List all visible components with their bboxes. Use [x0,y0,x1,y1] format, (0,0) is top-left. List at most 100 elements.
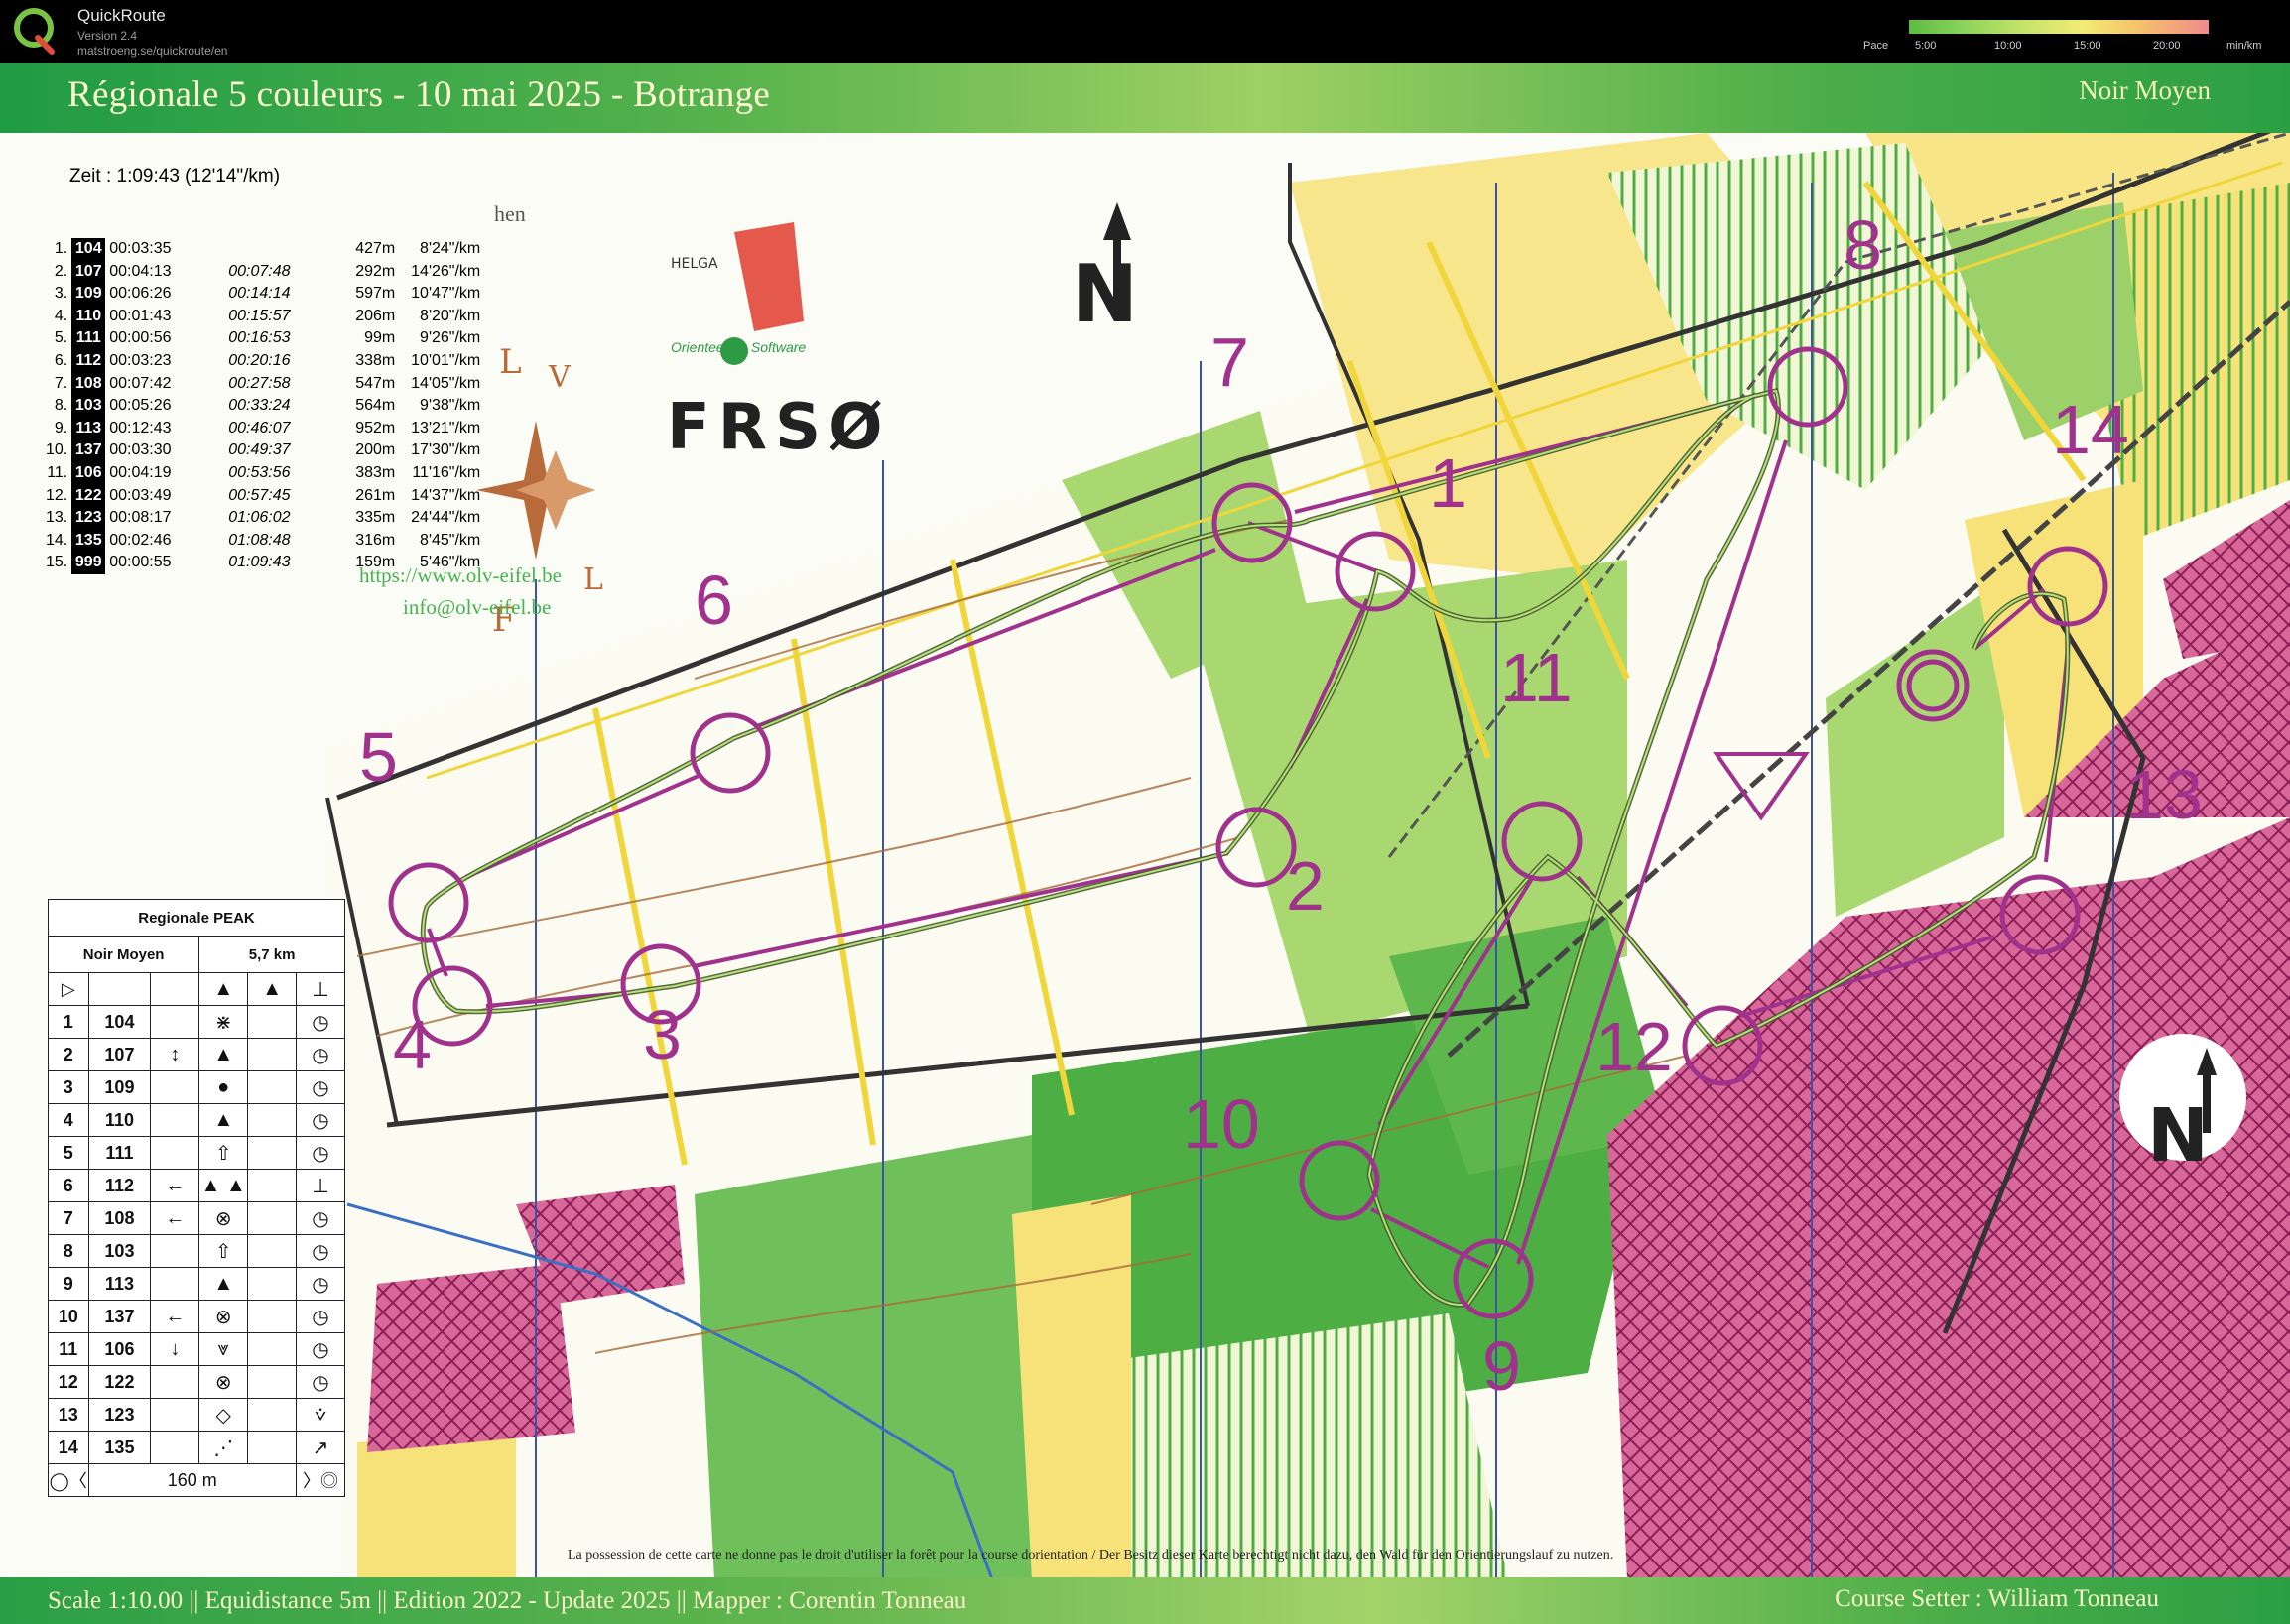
desc-finish-row: ◯〈 160 m 〉◎ [48,1463,345,1497]
split-leg: 00:03:49 [109,486,172,504]
desc-c2: ▲ [198,1267,249,1301]
quickroute-logo-icon [14,8,55,55]
map-disclaimer: La possession de cette carte ne donne pa… [568,1548,1614,1562]
split-n: 1. [54,240,68,257]
desc-code: 113 [87,1267,152,1301]
split-pace: 9'38"/km [420,397,481,415]
split-cum: 00:16:53 [228,329,291,347]
desc-c2: ● [198,1070,249,1104]
split-row: 8. 103 00:05:26 00:33:24 564m 9'38"/km [42,395,484,418]
desc-c3: ◷ [296,1103,345,1137]
split-row: 6. 112 00:03:23 00:20:16 338m 10'01"/km [42,349,484,373]
control-number-12: 12 [1595,1008,1673,1085]
split-pace: 8'24"/km [420,240,481,257]
desc-code: 107 [87,1038,152,1071]
control-number-2: 2 [1286,847,1325,925]
desc-control-row: 9 113 ▲ ◷ [48,1267,345,1301]
desc-c1 [150,1234,200,1268]
desc-code: 103 [87,1234,152,1268]
map-scale-info: Scale 1:10.00 || Equidistance 5m || Edit… [48,1587,967,1614]
split-n: 3. [54,285,68,303]
app-url[interactable]: matstroeng.se/quickroute/en [77,44,227,58]
hill-icon: ▲ [247,972,298,1006]
svg-text:L: L [499,342,522,382]
split-cum: 00:49:37 [228,441,291,459]
desc-c2: ▲ [198,1038,249,1071]
app-title: QuickRoute [77,6,166,25]
open-land [1012,1194,1131,1579]
desc-blank [247,1038,298,1071]
desc-code: 110 [87,1103,152,1137]
desc-c1 [150,1267,200,1301]
pace-tick-5: 5:00 [1915,40,1937,52]
split-leg: 00:03:23 [109,351,172,369]
desc-c3: ◷ [296,1005,345,1039]
svg-text:L: L [583,562,603,597]
split-cum: 00:53:56 [228,463,291,481]
control-number-1: 1 [1429,444,1467,522]
finish-distance: 160 m [87,1463,298,1497]
finish-start-icon: ◯〈 [48,1463,89,1497]
pace-tick-15: 15:00 [2074,40,2101,52]
split-row: 10. 137 00:03:30 00:49:37 200m 17'30"/km [42,439,484,462]
split-code: 122 [71,484,106,508]
desc-blank [247,1070,298,1104]
split-pace: 14'26"/km [411,262,481,280]
desc-code: 109 [87,1070,152,1104]
control-description-sheet: Regionale PEAK Noir Moyen 5,7 km ▷ ▲ ▲ ⊥… [47,899,345,1497]
desc-control-row: 2 107 ↕ ▲ ◷ [48,1038,345,1071]
forest-medium [695,1135,1032,1579]
desc-c2: ⇧ [198,1136,249,1170]
desc-control-row: 7 108 ← ⊗ ◷ [48,1201,345,1235]
split-dist: 338m [355,351,396,369]
desc-blank [247,1300,298,1333]
split-row: 13. 123 00:08:17 01:06:02 335m 24'44"/km [42,507,484,530]
split-code: 103 [71,395,106,418]
desc-n: 4 [48,1103,89,1137]
split-cum: 00:14:14 [228,285,291,303]
split-pace: 17'30"/km [411,441,481,459]
desc-code: 106 [87,1332,152,1366]
desc-blank [247,1332,298,1366]
control-number-10: 10 [1183,1085,1260,1163]
out-of-bounds-area [367,1264,575,1452]
split-code: 137 [71,439,106,462]
desc-control-row: 11 106 ↓ ⩔ ◷ [48,1332,345,1366]
total-time: Zeit : 1:09:43 (12'14"/km) [69,166,281,187]
desc-c1 [150,1103,200,1137]
desc-c3: ◷ [296,1332,345,1366]
split-leg: 00:05:26 [109,397,172,415]
split-dist: 99m [364,329,396,347]
control-number-13: 13 [2125,756,2203,833]
desc-course: Noir Moyen [47,936,200,973]
control-number-11: 11 [1500,639,1573,716]
finish-icon: 〉◎ [296,1463,345,1497]
split-row: 5. 111 00:00:56 00:16:53 99m 9'26"/km [42,327,484,350]
desc-c3: ◷ [296,1136,345,1170]
pace-color-scale [1909,20,2209,34]
split-code: 111 [71,327,106,350]
split-n: 7. [54,374,68,392]
control-number-14: 14 [2052,391,2129,468]
desc-length: 5,7 km [198,936,345,973]
desc-c2: ⋇ [198,1005,249,1039]
split-row: 15. 999 00:00:55 01:09:43 159m 5'46"/km [42,552,484,574]
split-leg: 00:00:56 [109,329,172,347]
desc-blank [247,1234,298,1268]
desc-blank [247,1365,298,1399]
desc-c2: ▲ ▲ [198,1169,249,1202]
split-leg: 00:03:35 [109,240,172,257]
desc-n: 9 [48,1267,89,1301]
split-row: 12. 122 00:03:49 00:57:45 261m 14'37"/km [42,484,484,508]
split-row: 2. 107 00:04:13 00:07:48 292m 14'26"/km [42,260,484,284]
split-dist: 547m [355,374,396,392]
desc-event: Regionale PEAK [48,899,345,937]
pace-tick-20: 20:00 [2153,40,2181,52]
split-leg: 00:07:42 [109,374,172,392]
split-code: 107 [71,260,106,284]
split-n: 4. [54,307,68,324]
desc-c1: ← [150,1300,200,1333]
desc-c2: ⊗ [198,1300,249,1333]
desc-c1: ← [150,1201,200,1235]
split-code: 109 [71,283,106,306]
